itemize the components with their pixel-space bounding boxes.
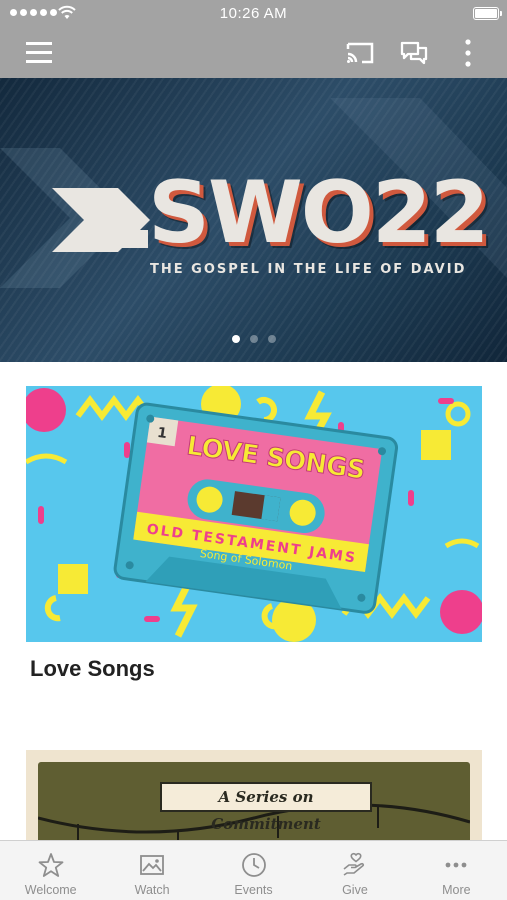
image-icon — [140, 855, 165, 875]
tab-more[interactable]: More — [406, 841, 507, 900]
star-icon — [38, 853, 64, 877]
carousel-indicator — [0, 335, 507, 343]
app-bar — [0, 28, 507, 78]
series-logo-title: SWO22 — [148, 163, 490, 263]
love-songs-graphic: 1 LOVE SONGS OLD TESTAMENT JAMS Song of … — [26, 386, 482, 642]
cast-button[interactable] — [342, 37, 378, 69]
love-songs-artwork: 1 LOVE SONGS OLD TESTAMENT JAMS Song of … — [26, 386, 482, 642]
menu-button[interactable] — [16, 37, 62, 69]
carousel-dot-active[interactable] — [231, 335, 240, 343]
chat-button[interactable] — [396, 37, 432, 69]
chat-icon — [400, 41, 428, 65]
clock-icon — [241, 853, 266, 877]
tab-label: Welcome — [24, 883, 77, 897]
carousel-dot[interactable] — [267, 335, 276, 343]
battery-icon — [473, 7, 502, 20]
tab-label: Watch — [134, 883, 170, 897]
tab-watch[interactable]: Watch — [101, 841, 202, 900]
cast-icon — [346, 42, 374, 64]
tab-label: Events — [234, 883, 273, 897]
tab-give[interactable]: Give — [304, 841, 405, 900]
series-card-love-songs[interactable]: 1 LOVE SONGS OLD TESTAMENT JAMS Song of … — [26, 386, 482, 682]
hero-carousel[interactable]: SWO22 THE GOSPEL IN THE LIFE OF DAVID — [0, 78, 507, 362]
status-bar: 10:26 AM — [0, 0, 507, 28]
more-horizontal-icon — [445, 862, 467, 868]
carousel-dot[interactable] — [249, 335, 258, 343]
tab-welcome[interactable]: Welcome — [0, 841, 101, 900]
hand-heart-icon — [343, 852, 364, 876]
commitment-banner: A Series on Commitment — [160, 782, 372, 833]
tab-label: More — [442, 883, 471, 897]
more-options-button[interactable] — [452, 37, 484, 69]
card-title[interactable]: Love Songs — [26, 656, 482, 682]
status-time: 10:26 AM — [219, 5, 288, 22]
bottom-tab-bar: Welcome Watch Events Give More — [0, 840, 507, 900]
series-subtitle: THE GOSPEL IN THE LIFE OF DAVID — [150, 262, 467, 277]
tab-events[interactable]: Events — [203, 841, 304, 900]
more-vertical-icon — [465, 39, 471, 67]
tab-label: Give — [342, 883, 368, 897]
menu-icon — [26, 42, 52, 63]
